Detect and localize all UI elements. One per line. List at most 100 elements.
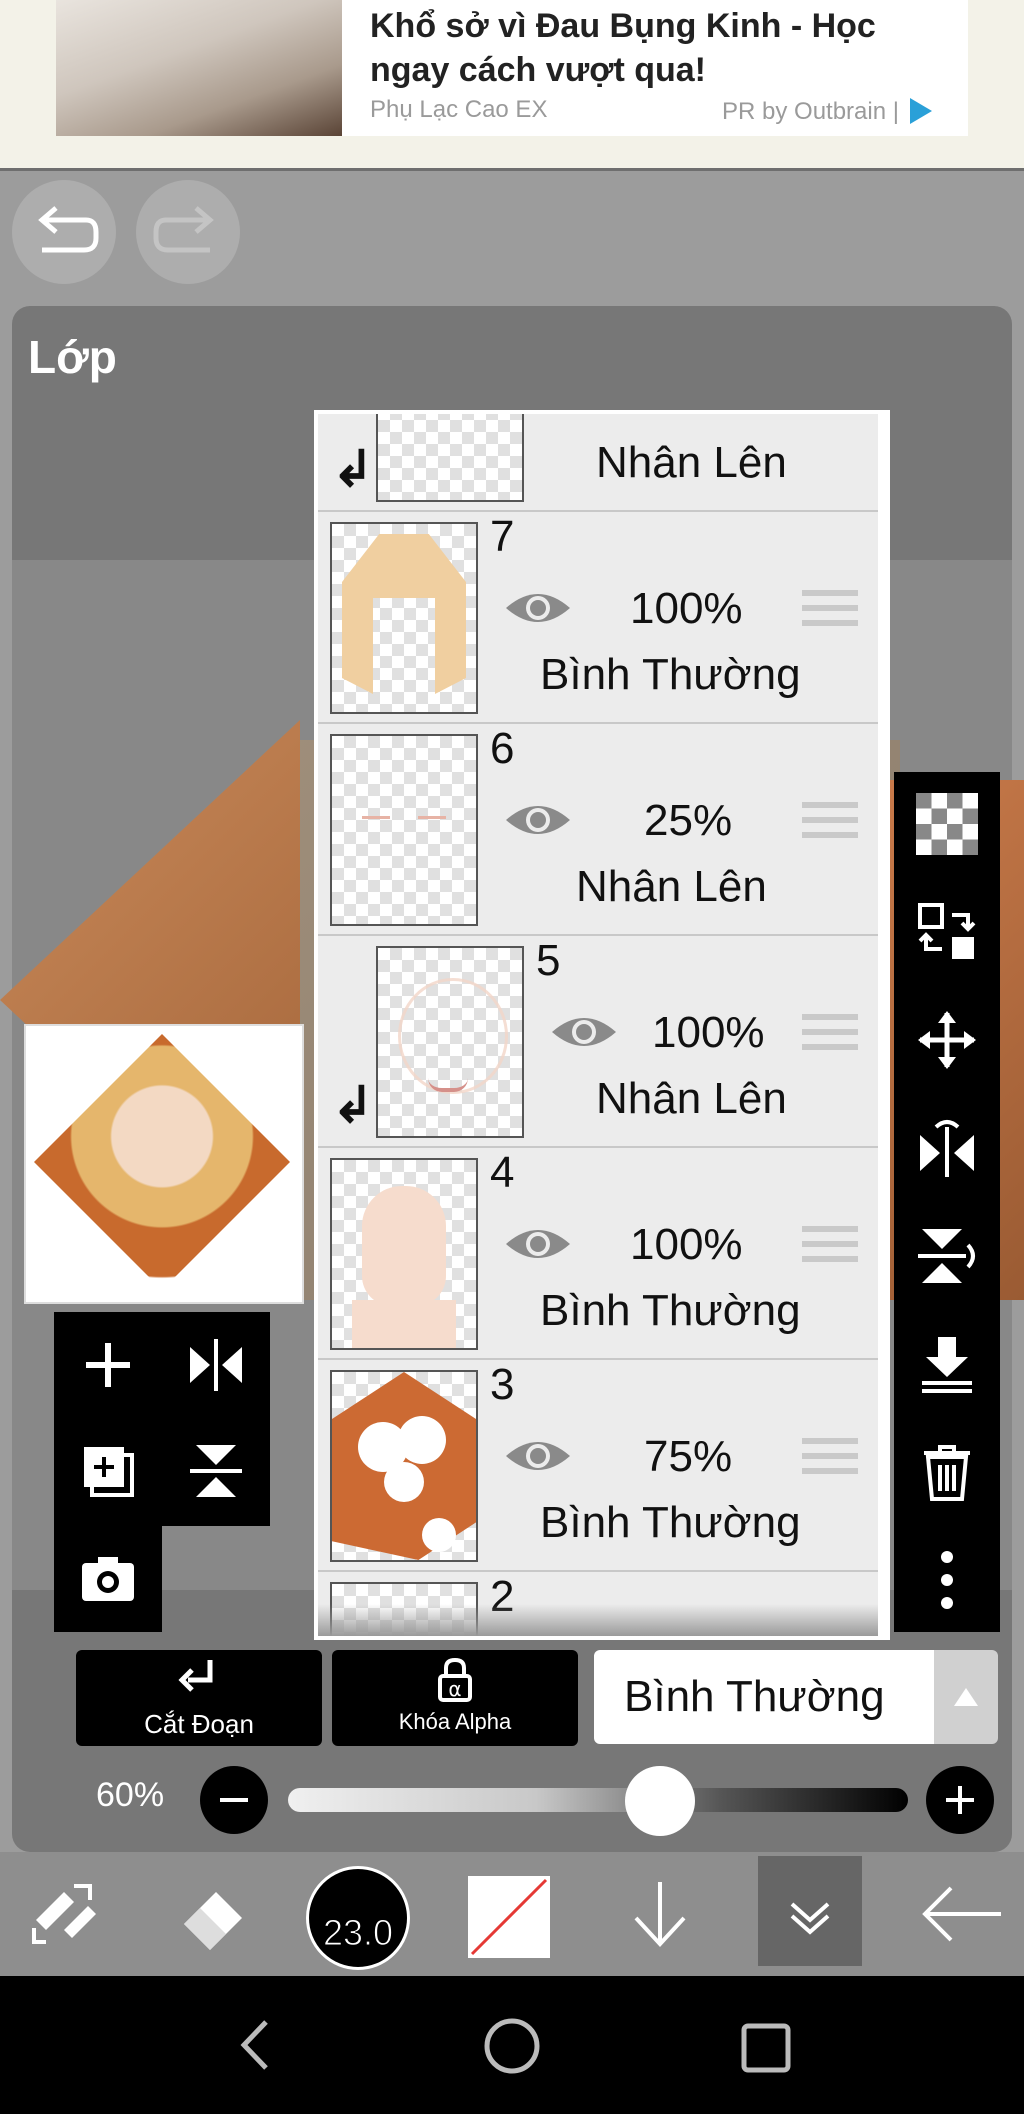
arrow-down-icon (634, 1882, 686, 1947)
double-chevron-down-icon (790, 1902, 830, 1935)
eye-icon[interactable] (502, 798, 574, 842)
layer-thumbnail (330, 1370, 478, 1562)
layer-thumbnail (330, 1158, 478, 1350)
layer-opacity[interactable]: 100% (630, 1220, 743, 1270)
layer-opacity[interactable]: 100% (630, 584, 743, 634)
tool-switch-button[interactable] (0, 1852, 128, 1976)
add-layer-button[interactable] (54, 1312, 162, 1418)
flip-horizontal-layer-button[interactable] (162, 1312, 270, 1418)
clipping-label: Cắt Đoạn (144, 1709, 254, 1739)
layer-thumbnail (330, 734, 478, 926)
clip-arrow-icon: ↲ (332, 1077, 374, 1133)
eye-icon[interactable] (502, 1434, 574, 1478)
camera-layer-button[interactable] (54, 1526, 162, 1632)
drag-handle-icon[interactable] (802, 1438, 858, 1480)
more-vertical-icon (941, 1551, 953, 1609)
blend-mode-dropdown-button[interactable] (934, 1650, 998, 1744)
undo-button[interactable] (12, 180, 116, 284)
eye-icon[interactable] (502, 1222, 574, 1266)
ad-pr-label: PR by Outbrain | (722, 98, 899, 125)
layer-number: 3 (490, 1360, 515, 1409)
brush-size-value: 23.0 (322, 1912, 394, 1954)
layer-thumbnail (376, 414, 524, 502)
panel-title: Lớp (28, 331, 117, 383)
layer-row[interactable]: 6 25% Nhân Lên (318, 724, 878, 937)
more-options-button[interactable] (894, 1530, 1000, 1630)
nav-back-icon (240, 2020, 268, 2070)
nav-home-button[interactable] (480, 2014, 544, 2078)
lock-icon: α (438, 1657, 472, 1702)
layers-button[interactable] (758, 1856, 862, 1966)
move-down-button[interactable] (600, 1852, 720, 1976)
layer-number: 4 (490, 1148, 515, 1197)
eraser-button[interactable] (150, 1852, 278, 1976)
swap-icon (918, 903, 976, 959)
opacity-label: 60% (96, 1776, 165, 1814)
redo-icon (153, 206, 214, 253)
merge-down-icon (922, 1337, 972, 1393)
alpha-lock-button[interactable]: α Khóa Alpha (332, 1650, 578, 1746)
clipping-button[interactable]: Cắt Đoạn (76, 1650, 322, 1746)
layer-number: 5 (536, 936, 561, 985)
layer-list[interactable]: ↲ Nhân Lên 7 100% Bình Thường 6 25% Nhân… (314, 410, 890, 1640)
layer-row[interactable]: ↲ 5 100% Nhân Lên (318, 936, 878, 1149)
layer-row[interactable]: 7 100% Bình Thường (318, 512, 878, 725)
layer-blend-mode[interactable]: Bình Thường (540, 650, 801, 700)
duplicate-layer-button[interactable] (54, 1418, 162, 1524)
layer-thumbnail (330, 522, 478, 714)
layer-blend-mode[interactable]: Nhân Lên (576, 862, 767, 912)
plus-icon (86, 1343, 130, 1387)
delete-layer-button[interactable] (894, 1422, 1000, 1522)
eye-icon[interactable] (548, 1010, 620, 1054)
swap-layers-button[interactable] (894, 882, 1000, 982)
svg-text:α: α (448, 1677, 461, 1701)
color-swatch-button[interactable] (468, 1876, 550, 1958)
adchoices-icon[interactable] (910, 98, 932, 124)
nav-recents-button[interactable] (736, 2018, 796, 2078)
flip-vertical-icon (918, 1229, 975, 1283)
nav-back-button[interactable] (226, 2010, 286, 2080)
eraser-icon (184, 1892, 242, 1950)
flip-horizontal-icon (920, 1120, 974, 1177)
undo-icon (38, 206, 99, 253)
layer-row[interactable]: 4 100% Bình Thường (318, 1148, 878, 1361)
transparency-button[interactable] (894, 774, 1000, 874)
layer-row[interactable]: ↲ Nhân Lên (318, 414, 878, 513)
layer-opacity[interactable]: 100% (652, 1008, 765, 1058)
drag-handle-icon[interactable] (802, 1226, 858, 1268)
layer-opacity[interactable]: 25% (644, 796, 732, 846)
nav-recents-icon (741, 2023, 791, 2073)
move-button[interactable] (894, 990, 1000, 1090)
opacity-decrease-button[interactable] (200, 1766, 268, 1834)
camera-icon (82, 1557, 134, 1601)
opacity-slider[interactable] (288, 1788, 908, 1812)
layer-blend-mode[interactable]: Bình Thường (540, 1498, 801, 1548)
layer-blend-mode[interactable]: Nhân Lên (596, 1074, 787, 1124)
layer-blend-mode[interactable]: Bình Thường (540, 1286, 801, 1336)
redo-button[interactable] (136, 180, 240, 284)
flip-horizontal-button[interactable] (894, 1098, 1000, 1198)
opacity-increase-button[interactable] (926, 1766, 994, 1834)
ad-image[interactable] (56, 0, 342, 136)
layer-thumbnail (376, 946, 524, 1138)
plus-icon (946, 1786, 974, 1814)
flip-vertical-button[interactable] (894, 1206, 1000, 1306)
ad-source: Phụ Lạc Cao EX (370, 96, 548, 123)
no-color-icon (470, 1878, 548, 1956)
ad-title[interactable]: Khổ sở vì Đau Bụng Kinh - Học ngay cách … (370, 4, 930, 92)
drag-handle-icon[interactable] (802, 590, 858, 632)
opacity-slider-knob[interactable] (625, 1766, 695, 1836)
layer-blend-mode[interactable]: Nhân Lên (596, 438, 787, 488)
layer-number: 6 (490, 724, 515, 773)
flip-vertical-icon (190, 1445, 242, 1497)
drag-handle-icon[interactable] (802, 802, 858, 844)
back-button[interactable] (900, 1852, 1024, 1976)
layer-opacity[interactable]: 75% (644, 1432, 732, 1482)
nav-home-icon (484, 2018, 540, 2074)
layer-row[interactable]: 3 75% Bình Thường (318, 1360, 878, 1573)
blend-mode-select[interactable]: Bình Thường (594, 1650, 934, 1744)
drag-handle-icon[interactable] (802, 1014, 858, 1056)
eye-icon[interactable] (502, 586, 574, 630)
merge-down-button[interactable] (894, 1314, 1000, 1414)
flip-vertical-layer-button[interactable] (162, 1418, 270, 1524)
